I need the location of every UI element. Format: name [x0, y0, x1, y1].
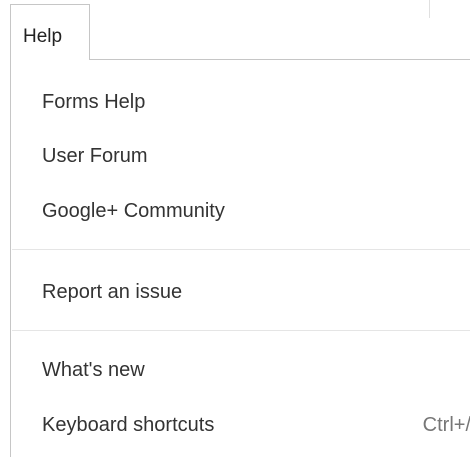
menu-item-whats-new[interactable]: What's new: [11, 350, 470, 390]
menu-item-user-forum[interactable]: User Forum: [11, 136, 470, 176]
menu-item-label: Forms Help: [42, 91, 146, 113]
menu-separator: [12, 249, 470, 250]
help-dropdown-menu: Forms Help User Forum Google+ Community …: [10, 60, 470, 457]
menu-tab-help-label: Help: [23, 26, 63, 47]
app-window: Help Forms Help User Forum Google+ Commu…: [0, 0, 470, 457]
menubar: Help: [0, 0, 470, 60]
menu-separator: [12, 330, 470, 331]
menu-item-label: What's new: [42, 359, 145, 381]
menu-item-label: User Forum: [42, 145, 148, 167]
menu-item-report-issue[interactable]: Report an issue: [11, 272, 470, 312]
menu-item-label: Report an issue: [42, 281, 183, 303]
menu-item-label: Keyboard shortcuts: [42, 414, 215, 436]
menu-item-keyboard-shortcuts[interactable]: Keyboard shortcuts Ctrl+/: [11, 405, 470, 445]
menu-item-forms-help[interactable]: Forms Help: [11, 82, 470, 122]
menu-item-label: Google+ Community: [42, 200, 225, 222]
menu-item-google-plus-community[interactable]: Google+ Community: [11, 191, 470, 231]
keyboard-shortcut-hint: Ctrl+/: [422, 414, 470, 436]
menu-tab-help[interactable]: Help: [10, 4, 90, 60]
menubar-divider: [429, 0, 430, 18]
